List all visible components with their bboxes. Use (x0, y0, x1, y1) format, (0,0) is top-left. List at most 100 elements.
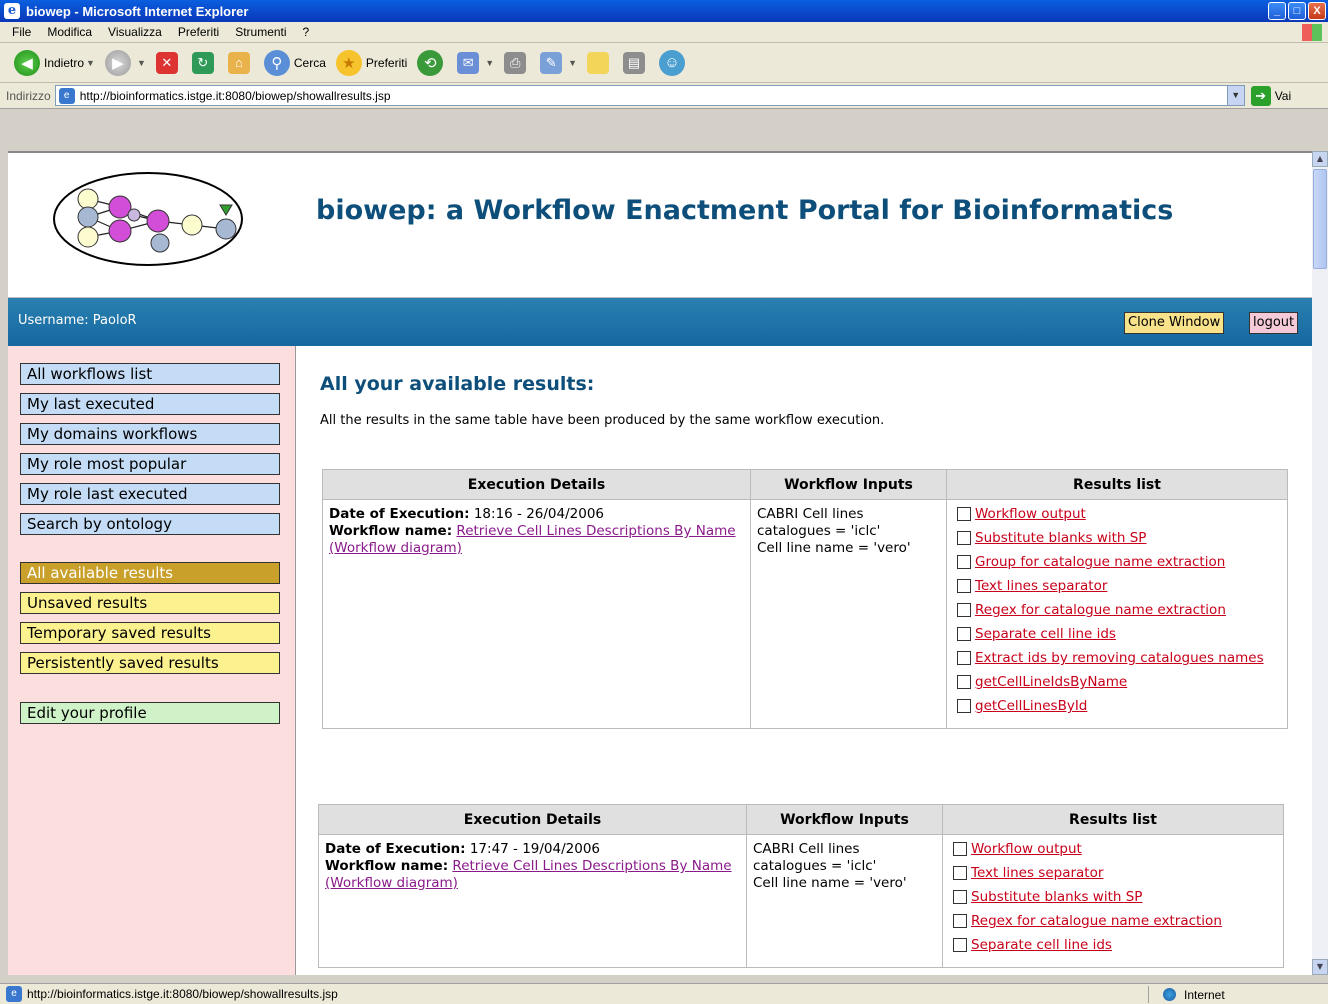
print-button[interactable]: ⎙ (504, 51, 530, 74)
input-catalogues: CABRI Cell lines catalogues = 'iclc' (757, 506, 881, 539)
input-catalogues: CABRI Cell lines catalogues = 'iclc' (753, 841, 877, 874)
history-button[interactable]: ⟲ (417, 49, 447, 76)
result-link[interactable]: Workflow output (975, 506, 1086, 523)
result-link[interactable]: getCellLinesById (975, 698, 1087, 715)
menu-strumenti[interactable]: Strumenti (235, 25, 286, 39)
menu-preferiti[interactable]: Preferiti (178, 25, 219, 39)
result-checkbox[interactable] (957, 531, 971, 545)
logout-button[interactable]: logout (1249, 312, 1299, 334)
workflow-name-link[interactable]: Retrieve Cell Lines Descriptions By Name (456, 523, 735, 539)
results-content: All your available results: All the resu… (320, 373, 884, 428)
edit-dropdown-icon[interactable]: ▼ (568, 58, 577, 68)
menu-visualizza[interactable]: Visualizza (108, 25, 162, 39)
favorites-button[interactable]: ★ Preferiti (335, 49, 408, 76)
favorites-label: Preferiti (365, 55, 408, 70)
sidebar-item-temporary-saved-results[interactable]: Temporary saved results (20, 622, 280, 644)
sidebar-item-search-by-ontology[interactable]: Search by ontology (20, 513, 280, 535)
back-button[interactable]: ◀ Indietro ▼ (14, 49, 95, 76)
result-checkbox[interactable] (957, 651, 971, 665)
result-checkbox[interactable] (957, 507, 971, 521)
scroll-thumb[interactable] (1313, 169, 1327, 269)
status-url: http://bioinformatics.istge.it:8080/biow… (27, 987, 338, 1001)
home-button[interactable]: ⌂ (227, 51, 254, 74)
result-link[interactable]: getCellLineIdsByName (975, 674, 1127, 691)
result-checkbox[interactable] (957, 579, 971, 593)
result-checkbox[interactable] (957, 699, 971, 713)
result-link[interactable]: Regex for catalogue name extraction (971, 913, 1222, 930)
result-link[interactable]: Separate cell line ids (975, 626, 1116, 643)
edit-button[interactable]: ✎ ▼ (540, 51, 577, 74)
security-zone: Internet (1148, 986, 1328, 1003)
result-checkbox[interactable] (957, 627, 971, 641)
result-link[interactable]: Group for catalogue name extraction (975, 554, 1225, 571)
sidebar-item-all-workflows[interactable]: All workflows list (20, 363, 280, 385)
result-link[interactable]: Substitute blanks with SP (975, 530, 1146, 547)
workflow-name-link[interactable]: Retrieve Cell Lines Descriptions By Name (452, 858, 731, 874)
stop-button[interactable]: ✕ (155, 51, 182, 74)
sidebar-item-edit-profile[interactable]: Edit your profile (20, 702, 280, 724)
refresh-button[interactable]: ↻ (191, 51, 218, 74)
maximize-button[interactable]: □ (1288, 2, 1306, 20)
address-dropdown-icon[interactable]: ▼ (1226, 86, 1244, 105)
search-icon: ⚲ (263, 49, 290, 76)
result-link[interactable]: Substitute blanks with SP (971, 889, 1142, 906)
result-link[interactable]: Text lines separator (975, 578, 1107, 595)
menu-bar: File Modifica Visualizza Preferiti Strum… (0, 22, 1328, 43)
forward-button[interactable]: ▶ ▼ (104, 49, 146, 76)
result-link[interactable]: Regex for catalogue name extraction (975, 602, 1226, 619)
forward-dropdown-icon[interactable]: ▼ (137, 58, 146, 68)
menu-file[interactable]: File (12, 25, 31, 39)
messenger-button[interactable]: ☺ (659, 49, 689, 76)
clone-window-button[interactable]: Clone Window (1124, 312, 1225, 334)
sidebar-item-all-available-results[interactable]: All available results (20, 562, 280, 584)
home-icon: ⌂ (227, 51, 250, 74)
menu-help[interactable]: ? (303, 25, 310, 39)
result-checkbox[interactable] (957, 555, 971, 569)
workflow-diagram-link[interactable]: (Workflow diagram) (329, 540, 462, 556)
result-checkbox[interactable] (953, 842, 967, 856)
list-item: Workflow output (947, 841, 1279, 858)
mail-button[interactable]: ✉ ▼ (457, 51, 494, 74)
header-execution-details: Execution Details (322, 469, 751, 500)
result-link[interactable]: Extract ids by removing catalogues names (975, 650, 1264, 667)
back-dropdown-icon[interactable]: ▼ (86, 58, 95, 68)
result-checkbox[interactable] (953, 914, 967, 928)
sidebar-item-role-most-popular[interactable]: My role most popular (20, 453, 280, 475)
result-link[interactable]: Text lines separator (971, 865, 1103, 882)
sidebar-item-role-last-executed[interactable]: My role last executed (20, 483, 280, 505)
header-results-list: Results list (942, 804, 1284, 835)
vertical-scrollbar[interactable]: ▲ ▼ (1312, 151, 1328, 975)
date-label: Date of Execution: (329, 506, 470, 522)
scroll-up-icon[interactable]: ▲ (1312, 151, 1328, 167)
go-button[interactable]: ➔ Vai (1250, 85, 1291, 106)
result-checkbox[interactable] (957, 675, 971, 689)
mail-dropdown-icon[interactable]: ▼ (485, 58, 494, 68)
sidebar-item-my-domains-workflows[interactable]: My domains workflows (20, 423, 280, 445)
result-checkbox[interactable] (953, 938, 967, 952)
result-checkbox[interactable] (957, 603, 971, 617)
list-item: getCellLineIdsByName (951, 674, 1283, 691)
workflow-diagram-link[interactable]: (Workflow diagram) (325, 875, 458, 891)
minimize-button[interactable]: _ (1268, 2, 1286, 20)
research-button[interactable]: ▤ (623, 51, 649, 74)
sidebar-item-unsaved-results[interactable]: Unsaved results (20, 592, 280, 614)
execution-details-cell: Date of Execution: 18:16 - 26/04/2006 Wo… (322, 499, 751, 729)
result-checkbox[interactable] (953, 890, 967, 904)
window-title: biowep - Microsoft Internet Explorer (26, 3, 249, 19)
header-workflow-inputs: Workflow Inputs (750, 469, 947, 500)
menu-modifica[interactable]: Modifica (47, 25, 92, 39)
sidebar-item-persistently-saved-results[interactable]: Persistently saved results (20, 652, 280, 674)
page-heading: biowep: a Workflow Enactment Portal for … (316, 195, 1174, 226)
address-input[interactable]: e http://bioinformatics.istge.it:8080/bi… (54, 85, 1245, 106)
list-item: Regex for catalogue name extraction (947, 913, 1279, 930)
result-link[interactable]: Separate cell line ids (971, 937, 1112, 954)
sidebar-item-my-last-executed[interactable]: My last executed (20, 393, 280, 415)
close-button[interactable]: X (1308, 2, 1326, 20)
result-checkbox[interactable] (953, 866, 967, 880)
page-header: biowep: a Workflow Enactment Portal for … (8, 153, 1312, 298)
search-button[interactable]: ⚲ Cerca (263, 49, 326, 76)
scroll-down-icon[interactable]: ▼ (1312, 959, 1328, 975)
result-link[interactable]: Workflow output (971, 841, 1082, 858)
username-label: Username: PaoloR (18, 313, 137, 328)
notes-button[interactable] (587, 51, 613, 74)
